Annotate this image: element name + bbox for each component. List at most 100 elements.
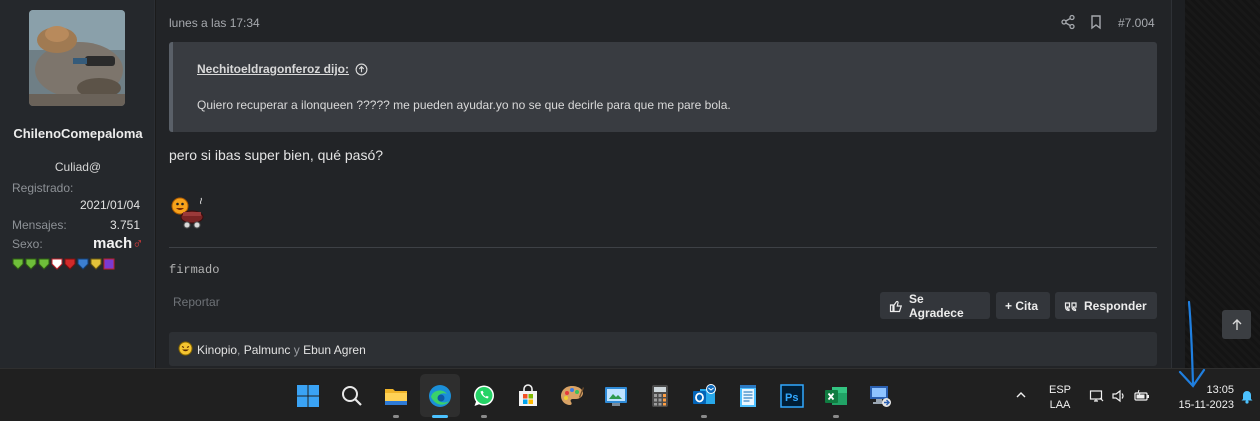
user-panel: ChilenoComepaloma Culiad@ Registrado: 20… (0, 0, 155, 368)
laughing-emoji-icon (171, 197, 204, 229)
sex-label: Sexo: (12, 237, 43, 251)
sex-value: mach♂ (93, 235, 143, 252)
excel-icon (825, 387, 847, 405)
reactions-users: Kinopio, Palmunc y Ebun Agren (197, 343, 366, 357)
notification-bell-icon[interactable] (1240, 388, 1254, 404)
badge-icon (90, 258, 102, 270)
messages-value: 3.751 (109, 218, 140, 232)
language-code: ESP (1048, 384, 1071, 396)
bookmark-icon[interactable] (1088, 14, 1104, 30)
screen: ChilenoComepaloma Culiad@ Registrado: 20… (0, 0, 1260, 421)
network-icon[interactable] (1089, 388, 1105, 404)
badge-icon (12, 258, 24, 270)
keyboard-layout: LAA (1049, 399, 1071, 411)
arrow-up-icon (1232, 318, 1241, 330)
remote-desktop-icon (870, 386, 891, 407)
folder-icon (385, 389, 407, 405)
control-panel-icon (605, 387, 627, 406)
active-indicator (432, 415, 448, 418)
messages-label: Mensajes: (12, 218, 67, 232)
username[interactable]: ChilenoComepaloma (8, 125, 148, 142)
signature-divider (169, 247, 1157, 248)
edge-icon (429, 385, 451, 407)
running-indicator (481, 415, 487, 418)
quote-block: Nechitoeldragonferoz dijo: Quiero recupe… (169, 42, 1157, 132)
store-icon (519, 384, 537, 406)
quote-marks-icon (1064, 301, 1077, 311)
start-button[interactable] (294, 382, 322, 410)
control-panel-button[interactable] (602, 382, 630, 410)
search-button[interactable] (338, 382, 366, 410)
edge-button[interactable] (426, 382, 454, 410)
user-title: Culiad@ (54, 160, 102, 174)
thanks-button[interactable]: Se Agradece (880, 291, 990, 320)
running-indicator (701, 415, 707, 418)
reply-button[interactable]: Responder (1055, 292, 1157, 319)
paint-button[interactable] (558, 382, 586, 410)
badge-icon (77, 258, 89, 270)
store-button[interactable] (514, 382, 542, 410)
system-clock[interactable]: 13:05 15-11-2023 (1168, 383, 1234, 413)
running-indicator (833, 415, 839, 418)
paint-palette-icon (561, 386, 584, 405)
search-icon (342, 386, 362, 406)
scroll-to-top-button[interactable] (1222, 310, 1251, 339)
chevron-up-icon[interactable] (1014, 388, 1028, 402)
reply-label: Responder (1084, 298, 1147, 313)
badge-icon (64, 258, 76, 270)
volume-icon[interactable] (1111, 388, 1127, 404)
badge-icon (38, 258, 50, 270)
badge-icon (51, 258, 63, 270)
clock-time: 13:05 (1206, 384, 1234, 396)
user-badges (12, 258, 115, 270)
calculator-icon (652, 385, 668, 407)
quote-text: Quiero recuperar a ilonqueen ????? me pu… (197, 98, 731, 112)
language-indicator[interactable]: ESP LAA (1046, 383, 1074, 413)
svg-text:Ps: Ps (785, 392, 798, 404)
reaction-user-link[interactable]: Kinopio (197, 343, 237, 357)
arrow-up-circle-icon[interactable] (355, 63, 368, 76)
registered-label: Registrado: (12, 181, 74, 195)
laughing-face-icon (178, 341, 193, 356)
reaction-user-link[interactable]: Palmunc (244, 343, 291, 357)
forum-page: ChilenoComepaloma Culiad@ Registrado: 20… (0, 0, 1260, 368)
whatsapp-icon (474, 385, 494, 406)
badge-icon (25, 258, 37, 270)
reaction-separator: , (237, 343, 244, 357)
photoshop-button[interactable]: Ps (778, 382, 806, 410)
running-indicator (393, 415, 399, 418)
signature: firmado (169, 263, 220, 277)
sex-text: mach (93, 235, 133, 252)
outlook-icon (693, 384, 716, 404)
user-avatar[interactable] (29, 10, 125, 106)
remote-desktop-button[interactable] (866, 382, 894, 410)
calculator-button[interactable] (646, 382, 674, 410)
quote-author-link[interactable]: Nechitoeldragonferoz dijo: (197, 62, 368, 76)
badge-icon (103, 258, 115, 270)
notepad-icon (740, 385, 756, 407)
thumbs-up-icon (889, 300, 903, 312)
notepad-button[interactable] (734, 382, 762, 410)
outlook-button[interactable] (690, 382, 718, 410)
registered-value: 2021/01/04 (79, 198, 140, 212)
report-link[interactable]: Reportar (173, 295, 220, 309)
photoshop-icon: Ps (780, 384, 804, 408)
thanks-label: Se Agradece (908, 291, 964, 320)
reaction-user-link[interactable]: Ebun Agren (303, 343, 366, 357)
whatsapp-button[interactable] (470, 382, 498, 410)
excel-button[interactable] (822, 382, 850, 410)
male-symbol: ♂ (132, 235, 144, 252)
quote-author[interactable]: Nechitoeldragonferoz dijo: (197, 62, 349, 76)
clock-date: 15-11-2023 (1178, 399, 1234, 411)
post-number[interactable]: #7.004 (1118, 16, 1155, 30)
file-explorer-button[interactable] (382, 382, 410, 410)
quote-label: + Cita (1005, 298, 1039, 313)
quote-button[interactable]: + Cita (996, 292, 1050, 319)
battery-charging-icon[interactable] (1134, 388, 1150, 404)
reaction-separator: y (290, 343, 304, 357)
right-gutter (1171, 0, 1185, 368)
reactions-bar: Kinopio, Palmunc y Ebun Agren (169, 332, 1157, 366)
post-date[interactable]: lunes a las 17:34 (169, 16, 260, 30)
share-icon[interactable] (1060, 14, 1076, 30)
windows-icon (297, 385, 319, 407)
